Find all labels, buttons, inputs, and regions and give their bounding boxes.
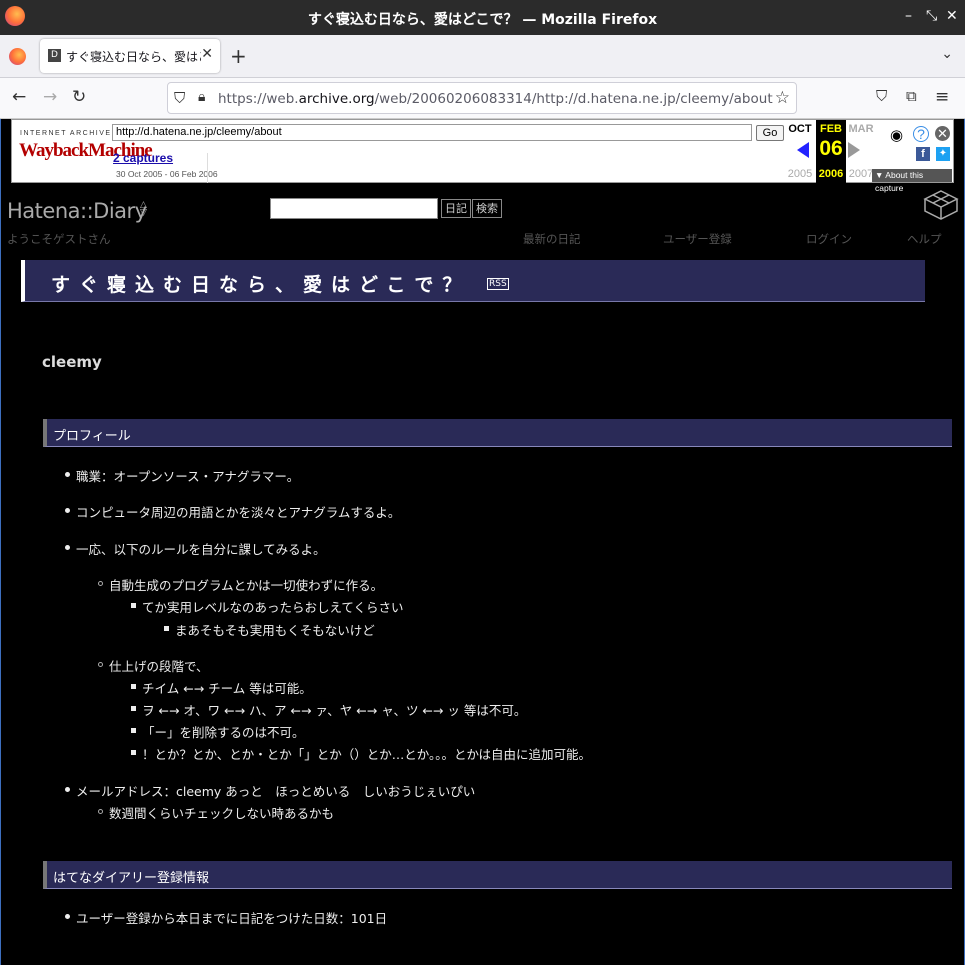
list-item: ユーザー登録から本日までに日記をつけた日数：101日: [76, 911, 388, 926]
window-titlebar: すぐ寝込む日なら、愛はどこで？ — Mozilla Firefox – ⤡ ✕: [0, 0, 965, 35]
bullet-icon: [65, 508, 70, 513]
close-toolbar-icon[interactable]: ✕: [935, 126, 950, 141]
pocket-icon[interactable]: ⛉: [876, 87, 887, 105]
page-viewport: INTERNET ARCHIVE WaybackMachine http://d…: [0, 119, 965, 965]
square-bullet-icon: [131, 706, 136, 711]
nav-help[interactable]: ヘルプ: [907, 231, 942, 247]
bullet-icon: [65, 914, 70, 919]
lock-icon[interactable]: 🔒︎: [198, 89, 205, 105]
bullet-icon: [65, 545, 70, 550]
help-icon[interactable]: ?: [913, 126, 929, 142]
hatena-diary-logo[interactable]: Hatena::Diary: [7, 199, 147, 223]
profile-heading: プロフィール: [43, 419, 952, 447]
window-title: すぐ寝込む日なら、愛はどこで？ — Mozilla Firefox: [307, 12, 658, 28]
bullet-icon: [65, 472, 70, 477]
wayback-url-input[interactable]: http://d.hatena.ne.jp/cleemy/about: [112, 124, 752, 141]
bookmark-star-icon[interactable]: ☆: [775, 88, 790, 108]
restore-icon[interactable]: ⤡: [926, 8, 937, 24]
username: cleemy: [42, 353, 102, 371]
tab-bar: D すぐ寝込む日なら、愛はどこ ✕ + ⌄: [0, 35, 965, 78]
circle-bullet-icon: [98, 662, 103, 667]
list-item: てか実用レベルなのあったらおしえてくらさい: [142, 600, 404, 615]
list-item: まあそもそも実用もくそもないけど: [175, 623, 375, 638]
registration-heading: はてなダイアリー登録情報: [43, 861, 952, 889]
user-account-icon[interactable]: ◉: [890, 126, 903, 144]
wayback-go-button[interactable]: Go: [756, 125, 784, 141]
circle-bullet-icon: [98, 581, 103, 586]
firefox-view-icon[interactable]: [9, 48, 26, 65]
url-bar[interactable]: ⛉ 🔒︎ https://web.archive.org/web/2006020…: [167, 82, 797, 114]
extensions-icon[interactable]: ⧉: [906, 87, 917, 105]
list-item: ！とか？とか、とか・とか「」とか（）とか…とか。。。とかは自由に追加可能。: [142, 747, 592, 762]
ia-label: INTERNET ARCHIVE: [20, 130, 112, 137]
hatena-cube-icon[interactable]: [922, 189, 960, 221]
list-item: 自動生成のプログラムとかは一切使わずに作る。: [109, 578, 384, 593]
url-text[interactable]: https://web.archive.org/web/200602060833…: [218, 91, 773, 107]
rss-badge[interactable]: RSS: [487, 278, 509, 290]
square-bullet-icon: [131, 684, 136, 689]
square-bullet-icon: [131, 728, 136, 733]
tracking-shield-icon[interactable]: ⛉: [174, 89, 185, 107]
list-item: 仕上げの段階で、: [109, 659, 209, 674]
list-item: 職業：オープンソース・アナグラマー。: [76, 469, 300, 484]
wayback-toolbar: INTERNET ARCHIVE WaybackMachine http://d…: [11, 119, 954, 193]
next-capture-arrow-icon[interactable]: [848, 142, 860, 158]
current-capture: FEB 06 2006: [816, 120, 846, 184]
list-tabs-icon[interactable]: ⌄: [941, 46, 953, 62]
forward-icon[interactable]: →: [43, 87, 57, 107]
list-item: コンピュータ周辺の用語とかを淡々とアナグラムするよ。: [76, 505, 401, 520]
logo-dropdown-icon[interactable]: △ ▽: [140, 201, 147, 218]
list-item: 「ー」を削除するのは不可。: [142, 725, 305, 740]
tab-active[interactable]: D すぐ寝込む日なら、愛はどこ ✕: [40, 39, 220, 73]
blog-title-banner: すぐ寝込む日なら、愛はどこで？ RSS: [21, 260, 925, 302]
hatena-search-input[interactable]: [270, 198, 438, 219]
navigation-bar: ← → ↻ ⛉ 🔒︎ https://web.archive.org/web/2…: [0, 78, 965, 119]
nav-user-register[interactable]: ユーザー登録: [663, 231, 732, 247]
square-bullet-icon: [131, 750, 136, 755]
back-icon[interactable]: ←: [12, 87, 26, 107]
list-item: 一応、以下のルールを自分に課してみるよ。: [76, 542, 326, 557]
welcome-text: ようこそゲストさん: [7, 232, 111, 246]
twitter-icon[interactable]: ✦: [936, 147, 950, 161]
about-capture-button[interactable]: ▼ About this capture: [872, 169, 952, 193]
tab-label: すぐ寝込む日なら、愛はどこ: [66, 50, 201, 64]
bullet-icon: [65, 787, 70, 792]
prev-capture-arrow-icon[interactable]: [797, 142, 809, 158]
list-item: ヲ ←→ オ、ワ ←→ ハ、ア ←→ ァ、ヤ ←→ ャ、ツ ←→ ッ 等は不可。: [142, 703, 527, 718]
square-bullet-icon: [164, 626, 169, 631]
nav-login[interactable]: ログイン: [806, 231, 852, 247]
close-window-icon[interactable]: ✕: [946, 8, 958, 24]
captures-link[interactable]: 2 captures: [113, 151, 173, 165]
captures-range: 30 Oct 2005 - 06 Feb 2006: [116, 169, 218, 179]
blog-title[interactable]: すぐ寝込む日なら、愛はどこで？: [51, 270, 470, 297]
list-item: メールアドレス：cleemy あっと ほっとめいる しいおうじぇいぴい: [76, 784, 476, 799]
minimize-icon[interactable]: –: [905, 8, 912, 24]
capture-sparkline[interactable]: [207, 153, 757, 183]
square-bullet-icon: [131, 603, 136, 608]
list-item: チイム ←→ チーム 等は可能。: [142, 681, 312, 696]
menu-icon[interactable]: ≡: [935, 87, 949, 107]
facebook-icon[interactable]: f: [916, 147, 930, 161]
search-button[interactable]: 検索: [472, 199, 502, 218]
close-tab-icon[interactable]: ✕: [201, 46, 213, 62]
circle-bullet-icon: [98, 809, 103, 814]
new-tab-icon[interactable]: +: [230, 44, 247, 68]
hatena-favicon-icon: D: [48, 49, 61, 62]
list-item: 数週間くらいチェックしない時あるかも: [109, 806, 335, 821]
reload-icon[interactable]: ↻: [72, 87, 86, 107]
nav-latest-diary[interactable]: 最新の日記: [523, 231, 581, 247]
diary-search-button[interactable]: 日記: [441, 199, 471, 218]
